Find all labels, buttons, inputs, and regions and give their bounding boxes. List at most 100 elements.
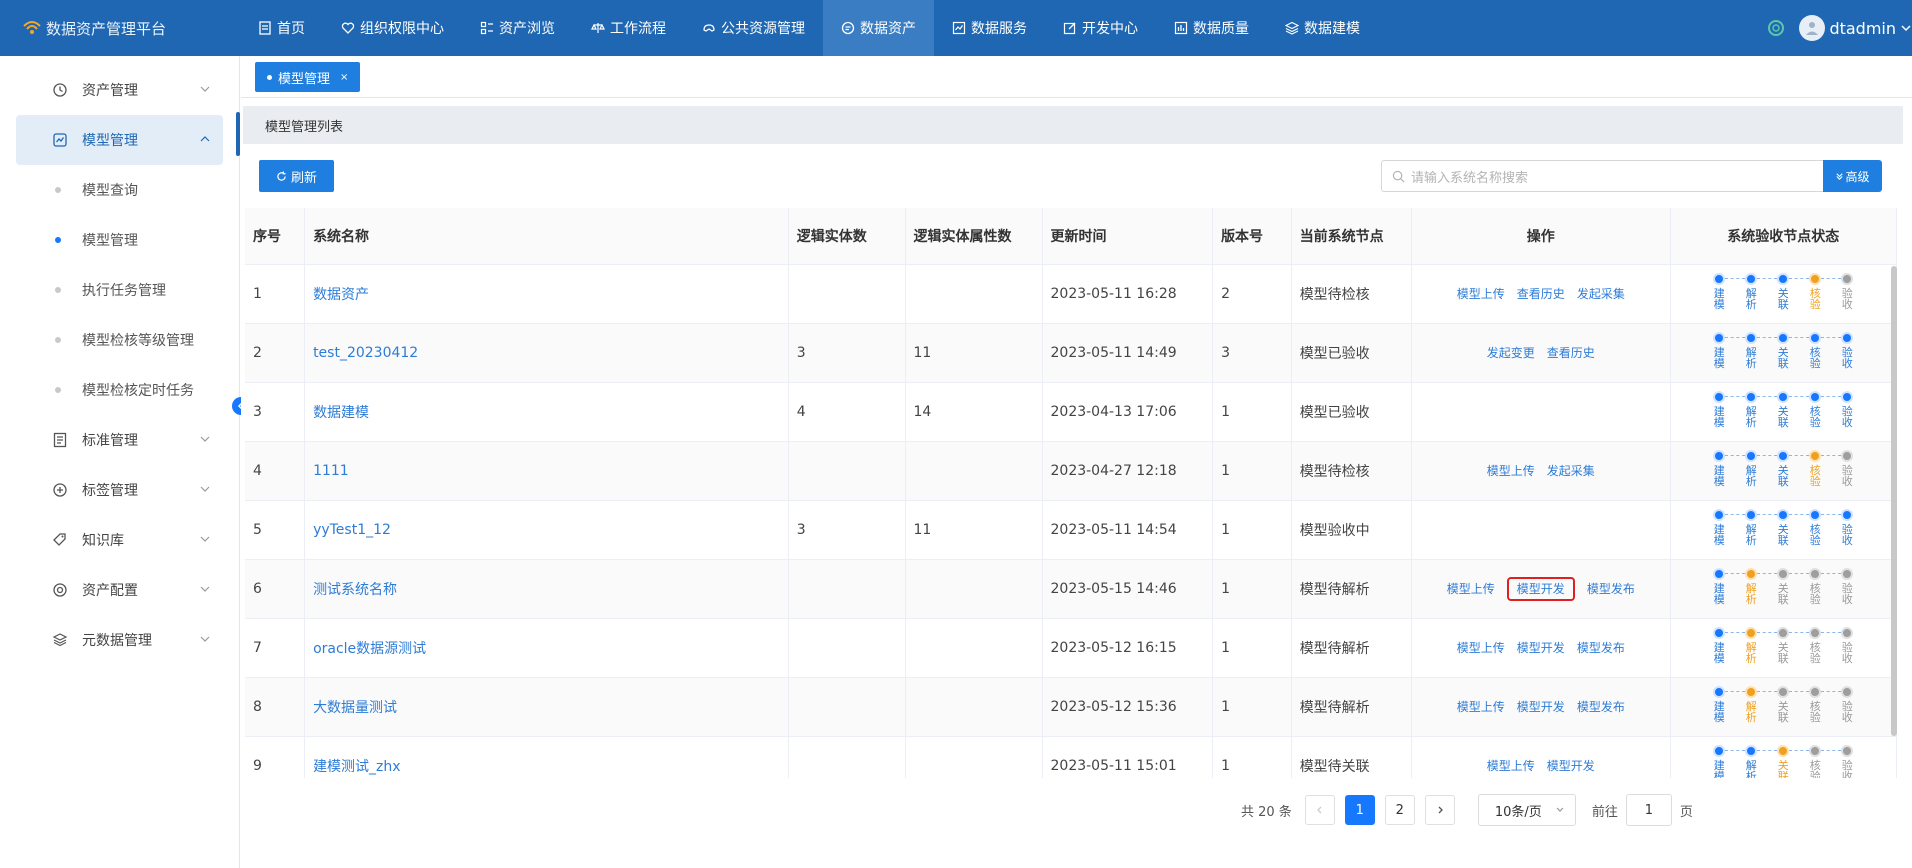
step-label: 验收 — [1841, 463, 1853, 488]
cell-system-name[interactable]: 测试系统名称 — [304, 559, 789, 619]
sidebar-group-label: 标签管理 — [82, 483, 138, 499]
tab-model-management[interactable]: 模型管理 × — [255, 62, 361, 92]
table-row[interactable]: 5 yyTest1_12 3 11 2023-05-11 14:54 1 模型验收中 建模 解析… — [245, 500, 1897, 560]
cell-index: 9 — [245, 736, 306, 778]
cell-actions — [1411, 382, 1671, 442]
row-action-link[interactable]: 模型开发 — [1517, 641, 1565, 655]
bullet-dot — [55, 237, 61, 243]
document-icon — [259, 21, 271, 35]
row-action-link[interactable]: 模型上传 — [1457, 700, 1505, 714]
sidebar-group-0[interactable]: 资产管理 — [16, 65, 223, 115]
sidebar-subitem-4[interactable]: 模型检核定时任务 — [0, 365, 239, 415]
chevron-down-icon[interactable] — [1900, 22, 1912, 34]
step-label: 验收 — [1841, 286, 1853, 311]
row-action-link[interactable]: 模型上传 — [1457, 287, 1505, 301]
row-action-link[interactable]: 查看历史 — [1547, 346, 1595, 360]
advanced-search-button[interactable]: 高级 — [1823, 160, 1882, 192]
nav-item-5[interactable]: 数据资产 — [823, 0, 934, 56]
row-action-link[interactable]: 模型上传 — [1487, 759, 1535, 773]
sidebar-group-4[interactable]: 知识库 — [16, 515, 223, 565]
step-dot — [1713, 390, 1726, 403]
row-action-link[interactable]: 发起采集 — [1547, 464, 1595, 478]
step-label: 关联 — [1777, 640, 1789, 665]
row-action-link[interactable]: 模型开发 — [1547, 759, 1595, 773]
row-action-link[interactable]: 模型上传 — [1487, 464, 1535, 478]
nav-item-label: 公共资源管理 — [721, 21, 805, 37]
table-row[interactable]: 6 测试系统名称 2023-05-15 14:46 1 模型待解析 模型上传 模型开发 模型发… — [245, 559, 1897, 619]
row-action-link[interactable]: 模型上传 — [1457, 641, 1505, 655]
row-action-link[interactable]: 模型发布 — [1587, 582, 1635, 596]
username[interactable]: dtadmin — [1829, 19, 1896, 38]
step-connector — [1725, 572, 1746, 574]
acceptance-steps: 建模 解析 关联 核验 验收 — [1671, 501, 1896, 559]
nav-item-7[interactable]: 开发中心 — [1045, 0, 1156, 56]
refresh-button[interactable]: 刷新 — [259, 160, 334, 192]
table-row[interactable]: 7 oracle数据源测试 2023-05-12 16:15 1 模型待解析 模型上传 模型… — [245, 618, 1897, 678]
page-button-1[interactable]: 1 — [1344, 795, 1375, 825]
cell-system-name[interactable]: 数据资产 — [304, 264, 789, 324]
prev-page-button[interactable] — [1304, 795, 1335, 825]
step-dot — [1841, 508, 1854, 521]
sidebar-subitem-3[interactable]: 模型检核等级管理 — [0, 315, 239, 365]
nav-item-1[interactable]: 组织权限中心 — [323, 0, 462, 56]
row-action-link[interactable]: 模型开发 — [1517, 700, 1565, 714]
table-row[interactable]: 9 建模测试_zhx 2023-05-11 15:01 1 模型待关联 模型上传 模型开发建… — [245, 736, 1897, 778]
tab-close-icon[interactable]: × — [340, 72, 348, 83]
sidebar-group-6[interactable]: 元数据管理 — [16, 615, 223, 665]
sidebar-group-3[interactable]: 标签管理 — [16, 465, 223, 515]
nav-item-0[interactable]: 首页 — [240, 0, 323, 56]
cell-update-time: 2023-05-12 15:36 — [1042, 677, 1214, 737]
row-action-link[interactable]: 查看历史 — [1517, 287, 1565, 301]
cell-step-status: 建模 解析 关联 核验 验收 — [1670, 500, 1897, 560]
row-action-link[interactable]: 模型开发 — [1506, 577, 1575, 601]
table-body: 1 数据资产 2023-05-11 16:28 2 模型待检核 模型上传 查看历史 发起采集建… — [245, 264, 1897, 778]
table-row[interactable]: 2 test_20230412 3 11 2023-05-11 14:49 3 模型已验收发… — [245, 323, 1897, 383]
page-button-2[interactable]: 2 — [1384, 795, 1415, 825]
cell-system-name[interactable]: 数据建模 — [304, 382, 789, 442]
table-row[interactable]: 4 1111 2023-04-27 12:18 1 模型待检核 模型上传 发起采集 建模 解析关… — [245, 441, 1897, 501]
row-action-link[interactable]: 模型上传 — [1447, 582, 1495, 596]
row-action-link[interactable]: 模型发布 — [1577, 641, 1625, 655]
sidebar-subitem-0[interactable]: 模型查询 — [0, 165, 239, 215]
avatar[interactable] — [1799, 15, 1826, 41]
app-brand[interactable]: 数据资产管理平台 — [0, 0, 240, 56]
nav-item-2[interactable]: 资产浏览 — [462, 0, 573, 56]
nav-item-8[interactable]: 数据质量 — [1156, 0, 1267, 56]
step-connector — [1821, 631, 1842, 633]
table-row[interactable]: 8 大数据量测试 2023-05-12 15:36 1 模型待解析 模型上传 模型开发 模型发… — [245, 677, 1897, 737]
nav-item-9[interactable]: 数据建模 — [1267, 0, 1378, 56]
nav-item-label: 首页 — [277, 21, 305, 37]
cell-system-name[interactable]: 大数据量测试 — [304, 677, 789, 737]
step-label: 核验 — [1809, 463, 1821, 488]
step-node: 建模 — [1703, 272, 1746, 310]
table-row[interactable]: 1 数据资产 2023-05-11 16:28 2 模型待检核 模型上传 查看历史 发起采集建… — [245, 264, 1897, 324]
cell-step-status: 建模 解析 关联 核验 验收 — [1670, 736, 1897, 778]
row-action-link[interactable]: 发起变更 — [1487, 346, 1535, 360]
nav-item-4[interactable]: 公共资源管理 — [684, 0, 823, 56]
cell-system-name[interactable]: test_20230412 — [304, 323, 789, 383]
sidebar-subitem-label: 模型查询 — [82, 183, 138, 199]
cell-system-name[interactable]: 1111 — [304, 441, 789, 501]
cell-index: 3 — [245, 382, 306, 442]
search-input[interactable]: 请输入系统名称搜索 — [1381, 160, 1823, 192]
cell-step-status: 建模 解析 关联 核验 验收 — [1670, 323, 1897, 383]
cell-system-name[interactable]: 建模测试_zhx — [304, 736, 789, 778]
cell-system-name[interactable]: yyTest1_12 — [304, 500, 789, 560]
table-scrollbar[interactable] — [1891, 266, 1897, 736]
step-connector — [1789, 690, 1810, 692]
cell-system-name[interactable]: oracle数据源测试 — [304, 618, 789, 678]
page-size-select[interactable]: 10条/页 — [1477, 794, 1576, 826]
row-action-link[interactable]: 发起采集 — [1577, 287, 1625, 301]
sidebar-group-2[interactable]: 标准管理 — [16, 415, 223, 465]
next-page-button[interactable] — [1424, 795, 1455, 825]
sidebar-subitem-1[interactable]: 模型管理 — [0, 215, 239, 265]
sidebar-group-5[interactable]: 资产配置 — [16, 565, 223, 615]
nav-item-6[interactable]: 数据服务 — [934, 0, 1045, 56]
sidebar-group-1[interactable]: 模型管理 — [16, 115, 223, 165]
table-row[interactable]: 3 数据建模 4 14 2023-04-13 17:06 1 模型已验收 建模 解析 关联 核验 验收 — [245, 382, 1897, 442]
sidebar-subitem-2[interactable]: 执行任务管理 — [0, 265, 239, 315]
goto-page-input[interactable]: 1 — [1625, 794, 1672, 826]
row-action-link[interactable]: 模型发布 — [1577, 700, 1625, 714]
chatgpt-logo-icon[interactable] — [1767, 19, 1785, 37]
nav-item-3[interactable]: 工作流程 — [573, 0, 684, 56]
